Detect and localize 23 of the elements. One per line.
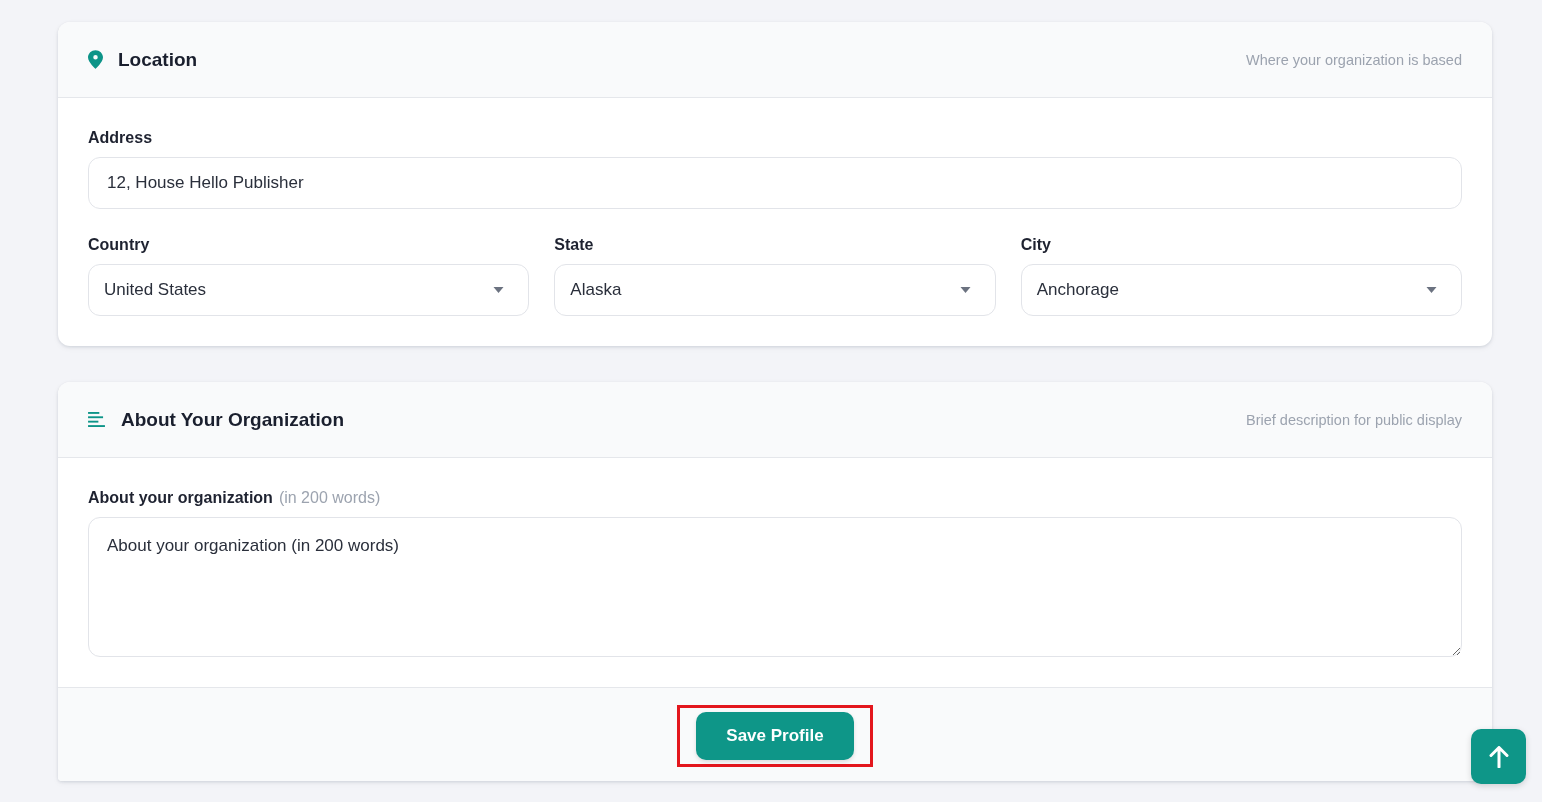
section-subtitle: Brief description for public display [1246,411,1462,428]
text-lines-icon [88,412,105,427]
dropdown[interactable]: United States [88,264,530,316]
map-pin-icon [88,50,103,69]
section-title: About Your Organization [121,408,345,431]
about-field[interactable]: About your organization (in 200 words) [88,517,1462,657]
dropdown[interactable]: Alaska [554,264,996,316]
caret-icon [493,287,505,293]
caret-icon [1426,287,1437,293]
field-label: Address [88,128,153,148]
section-subtitle: Where your organization is based [1246,51,1462,68]
field-label: About your organization [88,488,273,508]
section-title: Location [118,48,198,71]
dropdown[interactable]: Anchorage [1020,264,1462,316]
field-hint: (in 200 words) [278,488,381,508]
caret-icon [959,287,971,293]
save-profile-button[interactable]: Save Profile [696,712,854,760]
address-field[interactable]: 12, House Hello Publisher [88,157,1462,209]
arrow-up-icon [1488,745,1509,768]
field-label: State [554,235,594,255]
field-label: City [1020,235,1051,255]
field-label: Country [88,235,150,255]
scroll-to-top-button[interactable] [1471,729,1526,784]
